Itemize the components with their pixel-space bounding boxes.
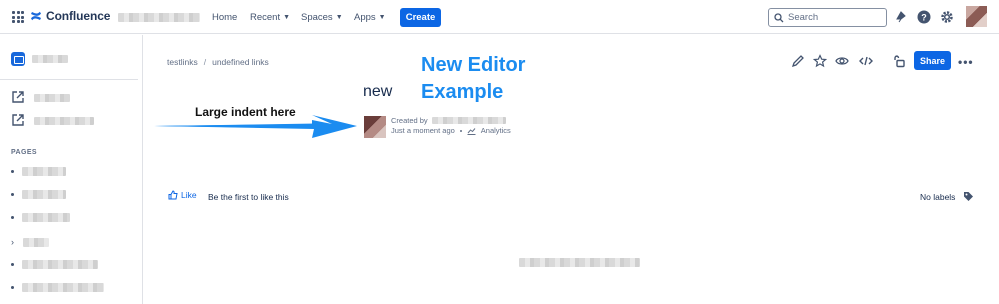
- create-button[interactable]: Create: [400, 8, 441, 27]
- sidebar-divider: [0, 79, 138, 80]
- top-navigation: Confluence Home Recent ▼ Spaces ▼ Apps ▼ Cr…: [0, 0, 999, 34]
- search-icon: [774, 12, 784, 22]
- annotation-title: New Editor Example: [421, 52, 525, 106]
- sidebar-shortcut-redacted[interactable]: [34, 117, 94, 125]
- external-link-icon[interactable]: [11, 113, 25, 127]
- breadcrumb-item[interactable]: testlinks: [167, 57, 198, 67]
- nav-recent[interactable]: Recent ▼: [250, 12, 290, 23]
- space-name-redacted[interactable]: [32, 55, 68, 63]
- user-avatar[interactable]: [966, 6, 987, 27]
- timestamp: Just a moment ago: [391, 126, 455, 135]
- annotation-title-line: Example: [421, 81, 504, 103]
- chevron-right-icon[interactable]: ›: [11, 237, 15, 247]
- page-tree-item[interactable]: ›: [11, 237, 49, 247]
- confluence-logo[interactable]: Confluence: [30, 9, 110, 23]
- sidebar: PAGES ›: [0, 35, 143, 304]
- more-actions-icon[interactable]: •••: [958, 55, 974, 69]
- svg-text:?: ?: [921, 13, 927, 23]
- footer-text-redacted: [519, 258, 640, 267]
- page-title-redacted: [22, 167, 66, 176]
- confluence-logo-icon: [31, 11, 41, 21]
- pages-heading: PAGES: [11, 149, 37, 156]
- chevron-down-icon: ▼: [378, 14, 386, 21]
- page-tree-item[interactable]: [11, 167, 66, 176]
- site-name-redacted: [118, 13, 200, 22]
- page-meta: Just a moment ago Analytics: [391, 126, 511, 135]
- nav-apps-label: Apps: [354, 12, 376, 23]
- watch-icon[interactable]: [835, 54, 849, 68]
- search-input[interactable]: Search: [768, 8, 887, 27]
- product-name: Confluence: [46, 9, 111, 23]
- bullet-icon: [11, 263, 14, 266]
- like-label: Like: [181, 190, 197, 200]
- bullet-icon: [11, 193, 14, 196]
- analytics-link[interactable]: Analytics: [481, 126, 511, 135]
- page-tree-item[interactable]: [11, 213, 70, 222]
- embed-code-icon[interactable]: [859, 54, 873, 68]
- bullet-icon: [11, 170, 14, 173]
- bullet-icon: [11, 286, 14, 289]
- app-switcher-icon[interactable]: [12, 11, 24, 23]
- page-title-redacted: [22, 260, 98, 269]
- nav-spaces-label: Spaces: [301, 12, 333, 23]
- search-placeholder: Search: [788, 12, 819, 23]
- page-tree-item[interactable]: [11, 190, 66, 199]
- page-title-redacted: [22, 213, 70, 222]
- star-icon[interactable]: [813, 54, 827, 68]
- edit-icon[interactable]: [791, 54, 805, 68]
- breadcrumb-item[interactable]: undefined links: [212, 57, 269, 67]
- nav-home[interactable]: Home: [212, 12, 237, 23]
- chevron-down-icon: ▼: [335, 14, 343, 21]
- breadcrumb-separator: /: [203, 57, 207, 67]
- page-tree-item[interactable]: [11, 283, 104, 292]
- tag-icon[interactable]: [963, 191, 974, 202]
- created-by-label: Created by: [391, 116, 428, 125]
- page-title-redacted: [22, 283, 104, 292]
- page-tree-item[interactable]: [11, 260, 98, 269]
- annotation-title-line: New Editor: [421, 54, 526, 76]
- sidebar-shortcut-redacted[interactable]: [34, 94, 70, 102]
- help-icon[interactable]: ?: [917, 10, 931, 24]
- page-title-redacted: [23, 237, 49, 247]
- created-by-line: Created by: [391, 116, 506, 125]
- author-avatar[interactable]: [364, 116, 386, 138]
- external-link-icon[interactable]: [11, 90, 25, 104]
- nav-apps[interactable]: Apps ▼: [354, 12, 386, 23]
- chevron-down-icon: ▼: [283, 14, 291, 21]
- settings-icon[interactable]: [940, 10, 954, 24]
- nav-home-label: Home: [212, 12, 238, 23]
- labels-status: No labels: [920, 192, 956, 202]
- like-note: Be the first to like this: [208, 192, 289, 202]
- thumbs-up-icon: [168, 190, 178, 200]
- like-button[interactable]: Like: [168, 190, 197, 200]
- unlock-icon[interactable]: [893, 54, 907, 68]
- nav-recent-label: Recent: [250, 12, 281, 23]
- author-name-redacted[interactable]: [431, 117, 506, 124]
- breadcrumb: testlinks / undefined links: [167, 57, 269, 67]
- bullet-icon: [11, 216, 14, 219]
- separator-dot: [459, 129, 462, 132]
- page-title-redacted: [22, 190, 66, 199]
- share-button[interactable]: Share: [914, 51, 951, 70]
- analytics-icon: [467, 127, 476, 135]
- space-icon[interactable]: [11, 52, 25, 66]
- notifications-icon[interactable]: [894, 10, 908, 24]
- page-title: new: [363, 83, 393, 100]
- nav-spaces[interactable]: Spaces ▼: [301, 12, 343, 23]
- annotation-arrow-icon: [154, 115, 357, 138]
